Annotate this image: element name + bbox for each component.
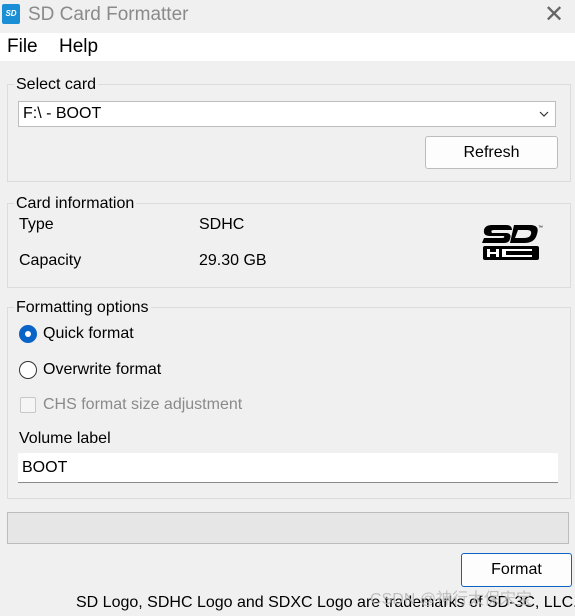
title-bar: SD SD Card Formatter ✕ (0, 0, 575, 30)
menu-help[interactable]: Help (59, 36, 98, 58)
sdhc-logo: ™ (482, 225, 543, 260)
menu-bar: File Help (0, 33, 575, 61)
window-title: SD Card Formatter (28, 4, 189, 25)
select-card-title: Select card (14, 76, 99, 94)
close-icon[interactable]: ✕ (541, 2, 567, 28)
progress-bar (7, 512, 569, 544)
format-button[interactable]: Format (461, 553, 572, 587)
volume-label-title: Volume label (19, 430, 111, 447)
chs-adjustment-checkbox[interactable] (20, 397, 36, 413)
type-value: SDHC (199, 216, 245, 233)
overwrite-format-radio[interactable] (19, 361, 37, 379)
overwrite-format-label[interactable]: Overwrite format (43, 361, 161, 379)
card-info-title: Card information (14, 195, 137, 213)
formatting-options-title: Formatting options (14, 299, 151, 317)
volume-label-input[interactable] (18, 453, 558, 483)
watermark: CSDN @神行太保宋宝 (370, 591, 533, 608)
sd-card-icon: SD (2, 4, 20, 24)
capacity-label: Capacity (19, 252, 82, 269)
type-label: Type (19, 216, 54, 233)
capacity-value: 29.30 GB (199, 252, 267, 269)
card-select-value: F:\ - BOOT (23, 105, 102, 122)
quick-format-radio[interactable] (19, 325, 37, 343)
quick-format-label[interactable]: Quick format (43, 325, 134, 343)
svg-text:™: ™ (538, 225, 543, 231)
menu-file[interactable]: File (7, 36, 38, 58)
chs-adjustment-label: CHS format size adjustment (43, 396, 243, 413)
refresh-button[interactable]: Refresh (425, 136, 558, 169)
chevron-down-icon (539, 111, 549, 117)
card-select[interactable]: F:\ - BOOT (18, 101, 556, 127)
